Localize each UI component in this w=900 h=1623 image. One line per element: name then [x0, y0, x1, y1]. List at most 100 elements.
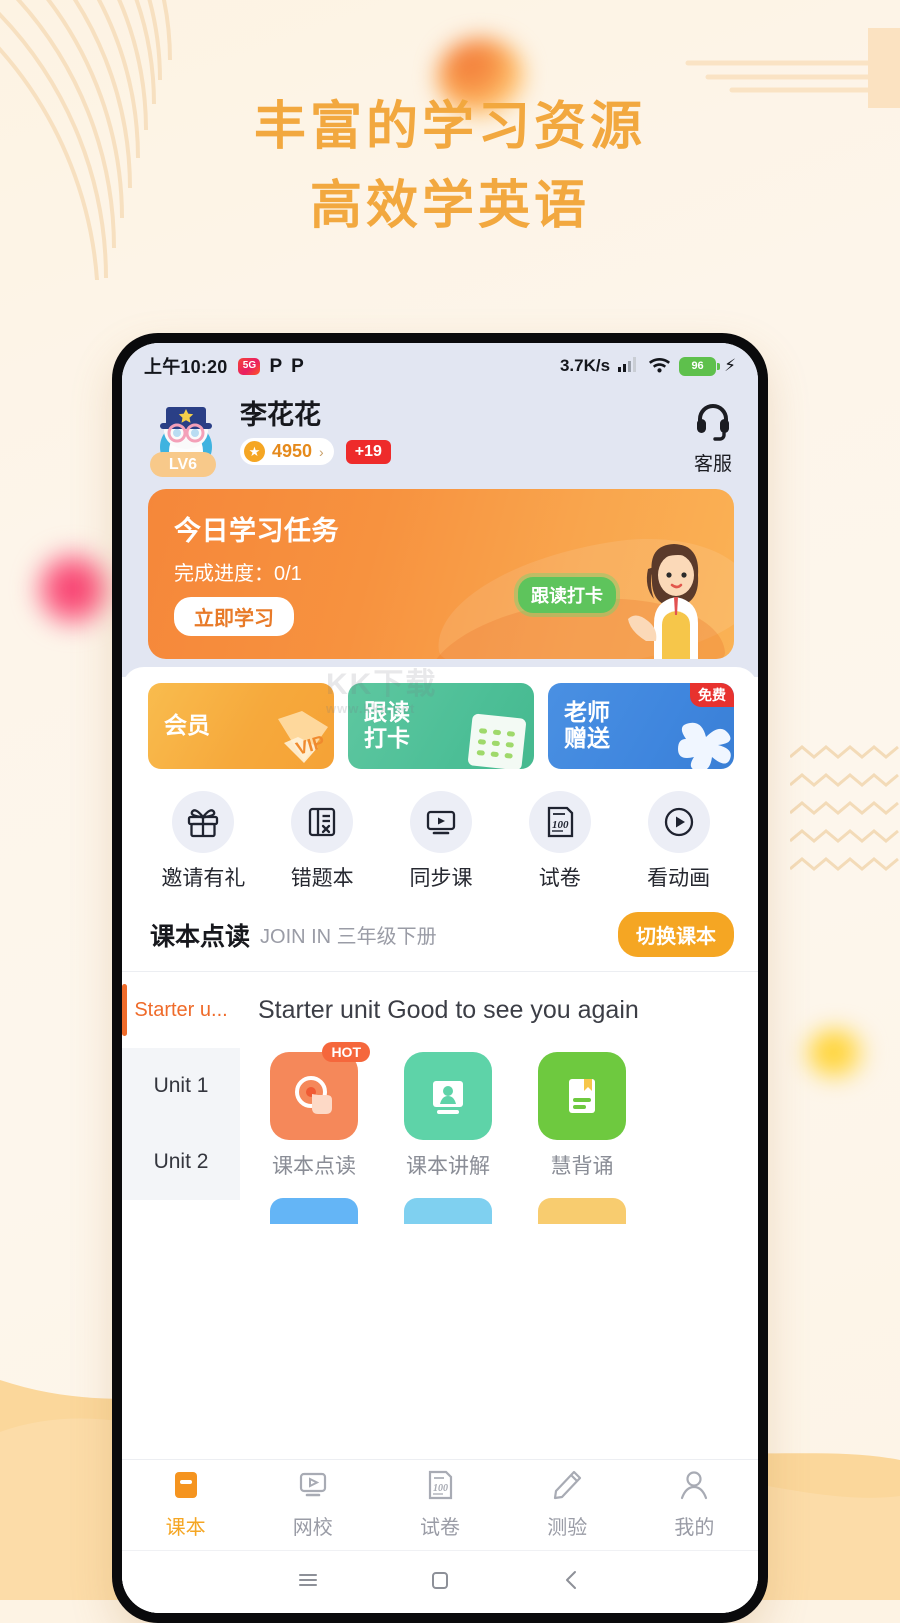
promo-card-row: 会员 VIP 跟读 打卡 老师 赠送 免费 [122, 667, 758, 769]
unit-item-starter[interactable]: Starter u... [122, 972, 240, 1048]
nav-item-label: 网校 [292, 1517, 333, 1539]
charging-bolt-icon: ⚡ [724, 356, 736, 375]
lesson-tile-jiangJie[interactable]: 课本讲解 [392, 1052, 504, 1180]
points-delta-badge[interactable]: +19 [345, 439, 391, 465]
nav-item-label: 我的 [674, 1517, 715, 1539]
svg-text:100: 100 [433, 1483, 448, 1494]
quick-icon-animation[interactable]: 看动画 [619, 791, 738, 892]
decorative-zigzag-pattern [789, 745, 900, 885]
level-badge: LV6 [150, 452, 216, 477]
unit-item-unit2[interactable]: Unit 2 [122, 1124, 240, 1200]
lesson-title: Starter unit Good to see you again [258, 995, 639, 1024]
nav-item-textbook[interactable]: 课本 [122, 1468, 249, 1540]
user-name: 李花花 [240, 400, 321, 430]
bookmark-book-icon [538, 1052, 626, 1140]
content-sheet: KK下载 www.kkx.net 会员 VIP 跟读 打卡 [122, 667, 758, 1613]
battery-indicator: 96 [679, 356, 721, 376]
headset-icon [692, 399, 734, 446]
lesson-tile-next-1[interactable] [258, 1198, 370, 1224]
nav-item-label: 课本 [165, 1517, 206, 1539]
avatar[interactable]: LV6 [148, 395, 224, 477]
lesson-tile-label: 慧背诵 [550, 1155, 614, 1178]
home-square-icon[interactable] [427, 1567, 453, 1598]
headline-line-1: 丰富的学习资源 [253, 98, 646, 156]
gift-illustration-icon [672, 713, 734, 769]
vip-icon: VIP [264, 703, 334, 767]
book-icon [169, 1468, 203, 1507]
lesson-tile-row-next [258, 1180, 758, 1224]
quick-icon-exam[interactable]: 100 试卷 [500, 791, 619, 892]
tile-peek-icon [404, 1198, 492, 1224]
unit-list: Starter u... Unit 1 Unit 2 [122, 972, 240, 1459]
status-time: 上午10:20 [144, 357, 228, 377]
headline-line-2: 高效学英语 [309, 177, 590, 236]
points-value: 4950 [272, 441, 313, 462]
nav-item-exam[interactable]: 100 试卷 [376, 1468, 503, 1540]
lesson-tile-label: 课本讲解 [406, 1155, 490, 1178]
quick-icon-label: 错题本 [290, 867, 354, 890]
quick-icon-sync-class[interactable]: 同步课 [382, 791, 501, 892]
promo-card-title: 跟读 打卡 [364, 699, 410, 751]
read-aloud-bubble: 跟读打卡 [518, 577, 616, 613]
tile-peek-icon [270, 1198, 358, 1224]
promo-headline: 丰富的学习资源 高效学英语 [0, 96, 900, 239]
lesson-tile-next-2[interactable] [392, 1198, 504, 1224]
teacher-board-icon [404, 1052, 492, 1140]
textbook-title: 课本点读 [150, 922, 251, 951]
nav-item-profile[interactable]: 我的 [631, 1468, 758, 1540]
quick-icon-label: 同步课 [409, 867, 473, 890]
nav-item-label: 试卷 [420, 1517, 460, 1539]
app-header-region: 上午10:20 5G P P 3.7K/s 96 ⚡ LV6 李花花 ★ 495… [122, 343, 758, 489]
user-meta-row: ★ 4950 › +19 [240, 438, 391, 466]
user-info: 李花花 ★ 4950 › +19 [240, 395, 391, 466]
lesson-tile-label: 课本点读 [272, 1155, 356, 1178]
switch-textbook-button[interactable]: 切换课本 [618, 912, 734, 957]
bottom-navigation: 课本 网校 100 试卷 测验 我的 [122, 1459, 758, 1550]
nav-item-label: 测验 [547, 1517, 588, 1539]
back-chevron-icon[interactable] [559, 1567, 585, 1598]
pencil-icon [550, 1468, 584, 1507]
free-badge: 免费 [690, 683, 734, 707]
notebook-icon [291, 791, 354, 853]
promo-card-checkin[interactable]: 跟读 打卡 [348, 683, 534, 769]
phone-mockup: 上午10:20 5G P P 3.7K/s 96 ⚡ LV6 李花花 ★ 495… [112, 333, 768, 1623]
study-now-button[interactable]: 立即学习 [174, 597, 294, 636]
customer-service-button[interactable]: 客服 [692, 395, 734, 476]
decorative-yellow-blob [805, 1028, 867, 1080]
menu-icon[interactable] [295, 1567, 321, 1598]
lesson-tile-huiBeiSong[interactable]: 慧背诵 [526, 1052, 638, 1180]
daily-task-banner[interactable]: 今日学习任务 完成进度：0/1 立即学习 跟读打卡 [148, 489, 734, 659]
lesson-tile-row: HOT 课本点读 课本讲解 慧背诵 [258, 1042, 758, 1180]
svg-text:100: 100 [552, 819, 569, 831]
quick-icon-label: 试卷 [538, 867, 581, 890]
task-banner-region: 今日学习任务 完成进度：0/1 立即学习 跟读打卡 [122, 489, 758, 677]
play-circle-icon [647, 791, 710, 853]
wifi-icon [648, 355, 671, 378]
customer-service-label: 客服 [693, 454, 732, 475]
lesson-tile-dianDu[interactable]: HOT 课本点读 [258, 1042, 370, 1180]
nav-item-online-school[interactable]: 网校 [249, 1468, 376, 1540]
status-bar: 上午10:20 5G P P 3.7K/s 96 ⚡ [122, 343, 758, 389]
monitor-play-icon [296, 1468, 330, 1507]
nav-item-quiz[interactable]: 测验 [504, 1468, 631, 1540]
quick-icon-mistakes[interactable]: 错题本 [263, 791, 382, 892]
app-p-icon-1: P [269, 355, 283, 377]
app-p-icon-2: P [291, 355, 304, 377]
textbook-body: Starter u... Unit 1 Unit 2 Starter unit … [122, 971, 758, 1459]
textbook-header: 课本点读 JOIN IN 三年级下册 切换课本 [122, 896, 758, 971]
quick-icon-invite[interactable]: 邀请有礼 [144, 791, 263, 892]
gift-icon [172, 791, 235, 853]
promo-card-title: 会员 [164, 712, 210, 739]
teacher-illustration [616, 531, 728, 659]
lesson-tile-next-3[interactable] [526, 1198, 638, 1224]
promo-card-teacher-gift[interactable]: 老师 赠送 免费 [548, 683, 734, 769]
status-right-icons: 3.7K/s 96 ⚡ [560, 355, 736, 378]
decorative-pink-blob [32, 548, 114, 630]
promo-card-member[interactable]: 会员 VIP [148, 683, 334, 769]
quick-icon-row: 邀请有礼 错题本 同步课 100 试卷 看动画 [122, 769, 758, 896]
exam-paper-icon: 100 [528, 791, 591, 853]
points-pill[interactable]: ★ 4950 › [240, 438, 334, 466]
chevron-right-icon: › [319, 443, 324, 460]
unit-item-unit1[interactable]: Unit 1 [122, 1048, 240, 1124]
monitor-play-icon [409, 791, 472, 853]
